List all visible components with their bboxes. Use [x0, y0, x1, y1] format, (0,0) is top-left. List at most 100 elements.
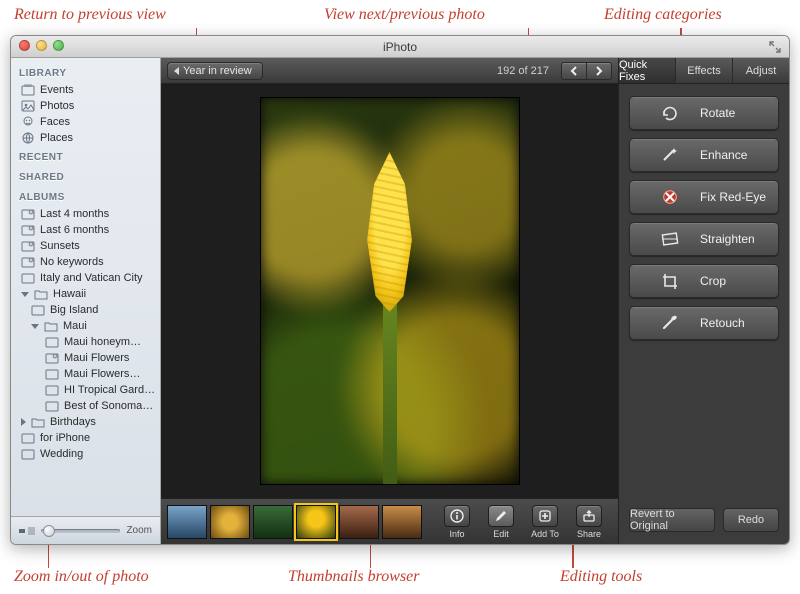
zoom-slider[interactable]: [41, 529, 120, 533]
back-icon: [174, 67, 179, 75]
sidebar-item-smart-album[interactable]: Last 6 months: [11, 222, 160, 238]
places-icon: [21, 132, 35, 144]
add-to-button[interactable]: Add To: [524, 505, 566, 539]
thumbnail[interactable]: [382, 505, 422, 539]
edit-tabs: Quick Fixes Effects Adjust: [619, 58, 789, 84]
sidebar-item-album[interactable]: Big Island: [11, 302, 160, 318]
thumbnail[interactable]: [339, 505, 379, 539]
revert-button[interactable]: Revert to Original: [629, 508, 715, 532]
rotate-button[interactable]: Rotate: [629, 96, 779, 130]
fix-redeye-button[interactable]: Fix Red-Eye: [629, 180, 779, 214]
window-title: iPhoto: [383, 40, 417, 54]
main-content: Year in review 192 of 217: [161, 58, 618, 544]
album-icon: [45, 384, 59, 396]
redo-button[interactable]: Redo: [723, 508, 779, 532]
sidebar-item-folder-hawaii[interactable]: Hawaii: [11, 286, 160, 302]
smart-album-icon: [21, 224, 35, 236]
tab-quick-fixes[interactable]: Quick Fixes: [619, 58, 676, 83]
sidebar-item-places[interactable]: Places: [11, 130, 160, 146]
sidebar-item-album[interactable]: HI Tropical Gard…: [11, 382, 160, 398]
info-button[interactable]: Info: [436, 505, 478, 539]
minimize-icon[interactable]: [36, 40, 47, 51]
sidebar-item-album[interactable]: Maui honeym…: [11, 334, 160, 350]
sidebar-item-folder[interactable]: Birthdays: [11, 414, 160, 430]
crop-button[interactable]: Crop: [629, 264, 779, 298]
thumbnail[interactable]: [210, 505, 250, 539]
zoom-window-icon[interactable]: [53, 40, 64, 51]
sidebar-item-album[interactable]: Italy and Vatican City: [11, 270, 160, 286]
photo-counter: 192 of 217: [497, 65, 549, 77]
fullscreen-icon[interactable]: [769, 41, 781, 53]
thumbnail[interactable]: [167, 505, 207, 539]
bottom-toolbar: Info Edit Add To Share: [428, 498, 618, 544]
crop-icon: [640, 272, 680, 290]
tab-adjust[interactable]: Adjust: [733, 58, 789, 83]
album-icon: [45, 400, 59, 412]
sidebar-item-photos[interactable]: Photos: [11, 98, 160, 114]
edit-button[interactable]: Edit: [480, 505, 522, 539]
close-icon[interactable]: [19, 40, 30, 51]
annotation-thumbnails: Thumbnails browser: [288, 568, 419, 586]
chevron-down-icon[interactable]: [21, 292, 29, 297]
smart-album-icon: [21, 208, 35, 220]
back-breadcrumb-button[interactable]: Year in review: [167, 62, 263, 80]
smart-album-icon: [21, 240, 35, 252]
retouch-icon: [640, 314, 680, 332]
redeye-icon: [640, 188, 680, 206]
album-icon: [45, 336, 59, 348]
sidebar-heading-albums: ALBUMS: [11, 186, 160, 206]
annotation-view-next-prev: View next/previous photo: [324, 6, 485, 24]
straighten-button[interactable]: Straighten: [629, 222, 779, 256]
next-photo-button[interactable]: [586, 62, 612, 80]
folder-icon: [31, 416, 45, 428]
smart-album-icon: [45, 352, 59, 364]
thumbnail-selected[interactable]: [296, 505, 336, 539]
album-icon: [21, 272, 35, 284]
zoom-slider-thumb[interactable]: [43, 525, 55, 537]
info-icon: [444, 505, 470, 527]
share-button[interactable]: Share: [568, 505, 610, 539]
chevron-down-icon[interactable]: [31, 324, 39, 329]
sidebar-item-folder-maui[interactable]: Maui: [11, 318, 160, 334]
edit-icon: [488, 505, 514, 527]
folder-icon: [44, 320, 58, 332]
annotation-line: [48, 544, 49, 568]
sidebar-item-smart-album[interactable]: Maui Flowers: [11, 350, 160, 366]
sidebar-heading-recent: RECENT: [11, 146, 160, 166]
tab-effects[interactable]: Effects: [676, 58, 733, 83]
sidebar-item-album[interactable]: Best of Sonoma…: [11, 398, 160, 414]
straighten-icon: [640, 230, 680, 248]
folder-icon: [34, 288, 48, 300]
share-icon: [576, 505, 602, 527]
zoom-label: Zoom: [126, 525, 152, 536]
prev-photo-button[interactable]: [561, 62, 587, 80]
app-window: iPhoto LIBRARY Events Photos Faces Place…: [10, 35, 790, 545]
quick-fix-tools: Rotate Enhance Fix Red-Eye Straighten Cr…: [619, 84, 789, 352]
faces-icon: [21, 116, 35, 128]
sidebar-item-events[interactable]: Events: [11, 82, 160, 98]
sidebar-item-smart-album[interactable]: No keywords: [11, 254, 160, 270]
annotation-editing-categories: Editing categories: [604, 6, 722, 24]
photo-viewport[interactable]: [161, 84, 618, 498]
thumbnail[interactable]: [253, 505, 293, 539]
sidebar-item-smart-album[interactable]: Last 4 months: [11, 206, 160, 222]
enhance-button[interactable]: Enhance: [629, 138, 779, 172]
album-icon: [21, 432, 35, 444]
window-controls: [19, 40, 64, 51]
album-icon: [31, 304, 45, 316]
sidebar-item-album[interactable]: for iPhone: [11, 430, 160, 446]
sidebar-item-album[interactable]: Maui Flowers…: [11, 366, 160, 382]
rotate-icon: [640, 104, 680, 122]
chevron-right-icon[interactable]: [21, 418, 26, 426]
titlebar: iPhoto: [11, 36, 789, 58]
sidebar-item-faces[interactable]: Faces: [11, 114, 160, 130]
retouch-button[interactable]: Retouch: [629, 306, 779, 340]
sidebar: LIBRARY Events Photos Faces Places RECEN…: [11, 58, 161, 544]
edit-panel: Quick Fixes Effects Adjust Rotate Enhanc…: [618, 58, 789, 544]
sidebar-item-album[interactable]: Wedding: [11, 446, 160, 462]
smart-album-icon: [21, 256, 35, 268]
sidebar-item-smart-album[interactable]: Sunsets: [11, 238, 160, 254]
zoom-slider-bar: Zoom: [11, 516, 160, 544]
current-photo: [260, 97, 520, 485]
photos-icon: [21, 100, 35, 112]
